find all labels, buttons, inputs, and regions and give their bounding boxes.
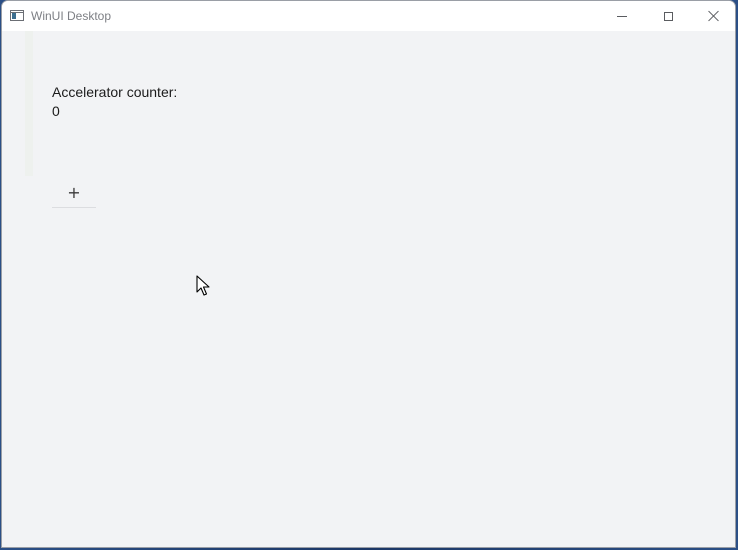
maximize-icon (663, 11, 673, 21)
increment-button[interactable]: + (52, 178, 96, 208)
close-icon (708, 10, 720, 22)
maximize-button[interactable] (645, 1, 691, 31)
minimize-button[interactable] (599, 1, 645, 31)
close-button[interactable] (691, 1, 735, 31)
side-strip (25, 31, 33, 176)
content-area: Accelerator counter: 0 + (2, 31, 735, 547)
app-window: WinUI Desktop Accelerator counter: 0 + (1, 0, 736, 548)
counter-label: Accelerator counter: (52, 84, 178, 100)
app-window-icon (10, 10, 24, 21)
counter-value: 0 (52, 103, 60, 119)
window-title: WinUI Desktop (31, 9, 112, 23)
title-bar[interactable]: WinUI Desktop (2, 1, 735, 31)
mouse-pointer-icon (196, 275, 210, 296)
minimize-icon (617, 15, 627, 17)
